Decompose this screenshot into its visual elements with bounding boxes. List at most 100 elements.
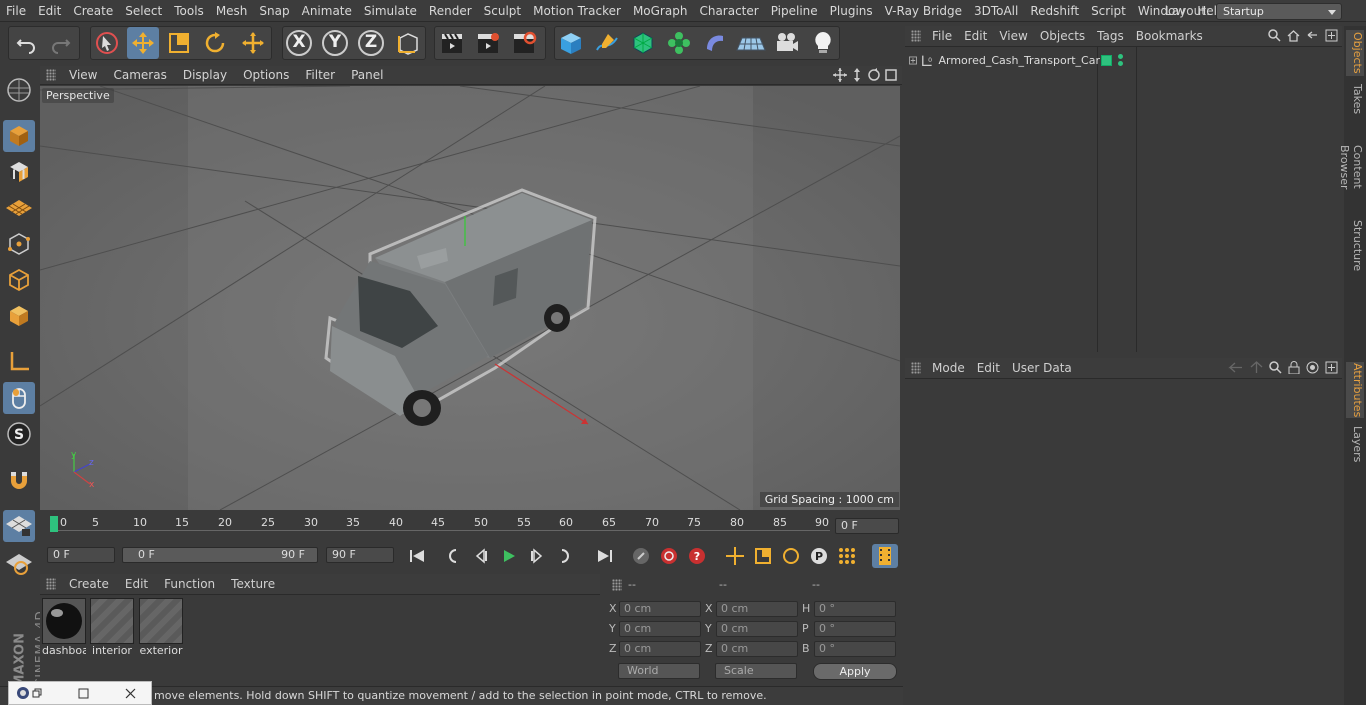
pos-y-field[interactable]: 0 cm (619, 621, 701, 637)
end-frame-field[interactable]: 90 F (326, 547, 394, 563)
polygons-mode-button[interactable] (3, 300, 35, 332)
autokeying-button[interactable] (656, 544, 682, 568)
tab-content-browser[interactable]: Content Browser (1338, 122, 1364, 212)
up-arrow-icon[interactable] (1250, 361, 1263, 374)
editor-visibility-dot[interactable] (1118, 54, 1123, 59)
perspective-viewport[interactable]: y z x (40, 86, 900, 510)
points-mode-button[interactable] (3, 228, 35, 260)
rot-h-field[interactable]: 0 ° (814, 601, 896, 617)
next-frame-button[interactable] (524, 544, 550, 568)
render-visibility-dot[interactable] (1118, 61, 1123, 66)
target-icon[interactable] (1306, 361, 1319, 374)
home-icon[interactable] (1287, 29, 1300, 42)
current-frame-field[interactable]: 0 F (835, 518, 899, 534)
z-axis-lock-button[interactable]: Z (355, 27, 387, 59)
visibility-dots[interactable] (1118, 54, 1123, 66)
redo-button[interactable] (45, 27, 77, 59)
menu-redshift[interactable]: Redshift (1024, 0, 1085, 22)
workplane-mode-button[interactable] (3, 192, 35, 224)
menu-pipeline[interactable]: Pipeline (765, 0, 824, 22)
close-icon[interactable] (125, 688, 136, 699)
object-menu-tags[interactable]: Tags (1091, 26, 1130, 47)
attribute-menu-edit[interactable]: Edit (971, 358, 1006, 379)
attribute-menu-user-data[interactable]: User Data (1006, 358, 1078, 379)
coords-panel-grip-icon[interactable] (612, 579, 622, 591)
menu-animate[interactable]: Animate (296, 0, 358, 22)
tab-objects[interactable]: Objects (1346, 30, 1364, 76)
play-button[interactable] (496, 544, 522, 568)
attr-search-icon[interactable] (1269, 361, 1282, 374)
menu-edit[interactable]: Edit (32, 0, 67, 22)
object-menu-view[interactable]: View (993, 26, 1033, 47)
maximize-view-icon[interactable] (884, 68, 898, 82)
tab-structure[interactable]: Structure (1346, 220, 1364, 272)
restore-icon[interactable] (32, 688, 42, 698)
point-level-key-button[interactable] (834, 544, 860, 568)
menu-3dtoall[interactable]: 3DToAll (968, 0, 1024, 22)
size-x-field[interactable]: 0 cm (716, 601, 798, 617)
start-frame-field[interactable]: 0 F (47, 547, 115, 563)
back-arrow-icon[interactable] (1228, 361, 1244, 374)
viewport-menu-display[interactable]: Display (175, 66, 235, 85)
parameter-key-button[interactable]: P (806, 544, 832, 568)
tab-takes[interactable]: Takes (1346, 82, 1364, 116)
rot-b-field[interactable]: 0 ° (814, 641, 896, 657)
model-mode-button[interactable] (3, 120, 35, 152)
go-to-start-button[interactable] (404, 544, 430, 568)
object-menu-edit[interactable]: Edit (958, 26, 993, 47)
back-icon[interactable] (1306, 29, 1319, 42)
attr-new-panel-icon[interactable] (1325, 361, 1338, 374)
size-y-field[interactable]: 0 cm (716, 621, 798, 637)
position-key-button[interactable] (722, 544, 748, 568)
enable-workplane-snap-button[interactable] (3, 510, 35, 542)
material-panel-grip-icon[interactable] (46, 578, 56, 590)
size-z-field[interactable]: 0 cm (716, 641, 798, 657)
object-row-armored-car[interactable]: 0 Armored_Cash_Transport_Car (905, 51, 1100, 69)
pos-z-field[interactable]: 0 cm (619, 641, 701, 657)
snap-button[interactable] (3, 464, 35, 496)
timeline-window-button[interactable] (872, 544, 898, 568)
menu-simulate[interactable]: Simulate (358, 0, 423, 22)
menu-tools[interactable]: Tools (168, 0, 210, 22)
maximize-icon[interactable] (78, 688, 89, 699)
y-axis-lock-button[interactable]: Y (319, 27, 351, 59)
menu-mesh[interactable]: Mesh (210, 0, 254, 22)
menu-vray-bridge[interactable]: V-Ray Bridge (879, 0, 968, 22)
material-menu-texture[interactable]: Texture (223, 574, 283, 595)
material-swatch-exterior[interactable]: exterior (139, 598, 183, 657)
timeline-ruler[interactable]: 0 5 10 15 20 25 30 35 40 45 50 55 60 65 … (40, 512, 902, 542)
object-menu-bookmarks[interactable]: Bookmarks (1130, 26, 1209, 47)
undo-button[interactable] (10, 27, 42, 59)
new-panel-icon[interactable] (1325, 29, 1338, 42)
record-keys-button[interactable] (628, 544, 654, 568)
zoom-icon[interactable] (850, 68, 864, 82)
render-settings-button[interactable] (508, 27, 540, 59)
camera-button[interactable] (771, 27, 803, 59)
viewport-menu-view[interactable]: View (61, 66, 105, 85)
solo-button[interactable]: S (3, 418, 35, 450)
tab-attributes[interactable]: Attributes (1346, 362, 1364, 418)
next-keyframe-button[interactable] (552, 544, 578, 568)
pan-icon[interactable] (833, 68, 847, 82)
locked-workplane-button[interactable] (3, 548, 35, 580)
viewport-menu-filter[interactable]: Filter (297, 66, 343, 85)
object-panel-grip-icon[interactable] (911, 30, 921, 42)
object-menu-file[interactable]: File (926, 26, 958, 47)
axis-mode-button[interactable] (3, 346, 35, 378)
viewport-menu-panel[interactable]: Panel (343, 66, 391, 85)
pos-x-field[interactable]: 0 cm (619, 601, 701, 617)
cloner-button[interactable] (663, 27, 695, 59)
material-swatch-interior[interactable]: interior (90, 598, 134, 657)
attribute-menu-mode[interactable]: Mode (926, 358, 971, 379)
light-button[interactable] (807, 27, 839, 59)
menu-render[interactable]: Render (423, 0, 478, 22)
previous-frame-button[interactable] (468, 544, 494, 568)
menu-script[interactable]: Script (1085, 0, 1132, 22)
menu-plugins[interactable]: Plugins (824, 0, 879, 22)
live-select-button[interactable] (91, 27, 123, 59)
size-mode-dropdown[interactable]: Scale (715, 663, 797, 679)
menu-mograph[interactable]: MoGraph (627, 0, 694, 22)
rotation-key-button[interactable] (778, 544, 804, 568)
search-icon[interactable] (1268, 29, 1281, 42)
material-menu-edit[interactable]: Edit (117, 574, 156, 595)
